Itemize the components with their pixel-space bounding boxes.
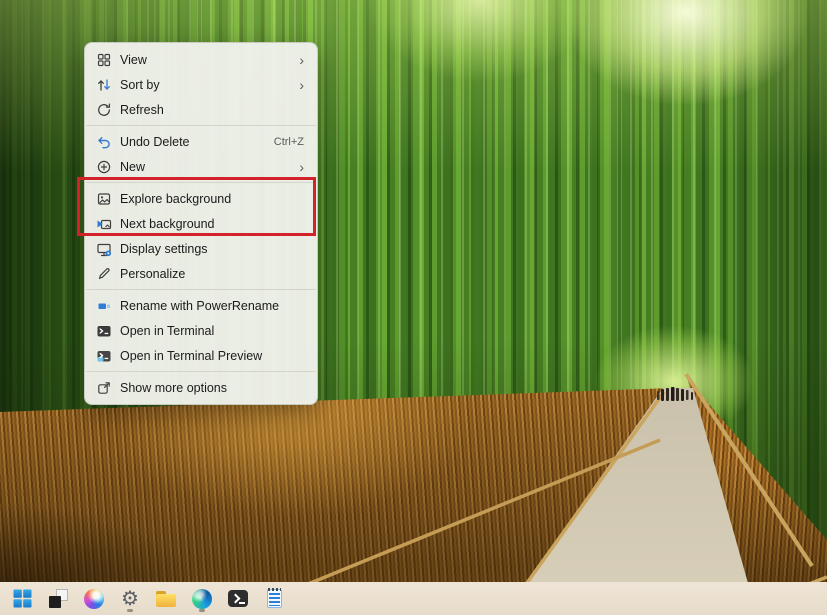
taskbar-item-notepad[interactable]	[262, 584, 286, 613]
menu-item-open-in-terminal-preview[interactable]: Open in Terminal Preview	[85, 343, 317, 368]
edge-browser-icon	[192, 589, 212, 609]
new-plus-icon	[96, 159, 112, 175]
menu-separator	[86, 125, 316, 126]
taskbar-item-terminal[interactable]	[226, 584, 250, 613]
menu-item-new[interactable]: New ›	[85, 154, 317, 179]
menu-item-show-more-options[interactable]: Show more options	[85, 375, 317, 400]
terminal-icon	[228, 590, 248, 607]
gear-icon: ⚙	[121, 589, 139, 609]
menu-separator	[86, 182, 316, 183]
menu-item-sort-by[interactable]: Sort by ›	[85, 72, 317, 97]
menu-item-label: Sort by	[120, 78, 299, 92]
menu-item-label: Personalize	[120, 267, 304, 281]
running-indicator	[127, 609, 133, 612]
running-indicator	[199, 609, 205, 612]
show-more-options-icon	[96, 380, 112, 396]
menu-item-label: Open in Terminal Preview	[120, 349, 304, 363]
picture-icon	[96, 191, 112, 207]
copilot-icon	[84, 589, 104, 609]
view-grid-icon	[96, 52, 112, 68]
chevron-right-icon: ›	[299, 160, 304, 174]
taskbar-item-desktops[interactable]	[46, 584, 70, 613]
folder-icon	[156, 591, 176, 607]
start-button[interactable]	[10, 584, 34, 613]
menu-item-open-in-terminal[interactable]: Open in Terminal	[85, 318, 317, 343]
menu-item-label: Open in Terminal	[120, 324, 304, 338]
menu-item-personalize[interactable]: Personalize	[85, 261, 317, 286]
taskbar-item-edge[interactable]	[190, 584, 214, 613]
chevron-right-icon: ›	[299, 78, 304, 92]
notepad-icon	[267, 589, 282, 608]
menu-item-label: New	[120, 160, 299, 174]
taskbar-item-copilot[interactable]	[82, 584, 106, 613]
menu-item-label: Display settings	[120, 242, 304, 256]
menu-separator	[86, 289, 316, 290]
menu-item-label: View	[120, 53, 299, 67]
menu-item-next-background[interactable]: Next background	[85, 211, 317, 236]
windows-logo-icon	[13, 589, 32, 608]
menu-item-display-settings[interactable]: Display settings	[85, 236, 317, 261]
taskbar: ⚙	[0, 582, 827, 615]
terminal-icon	[96, 323, 112, 339]
menu-item-label: Rename with PowerRename	[120, 299, 304, 313]
undo-icon	[96, 134, 112, 150]
sort-arrows-icon	[96, 77, 112, 93]
powerrename-icon	[96, 298, 112, 314]
next-picture-icon	[96, 216, 112, 232]
shortcut-label: Ctrl+Z	[274, 136, 304, 148]
chevron-right-icon: ›	[299, 53, 304, 67]
menu-item-label: Next background	[120, 217, 304, 231]
terminal-preview-icon	[96, 348, 112, 364]
taskbar-item-settings[interactable]: ⚙	[118, 584, 142, 613]
menu-separator	[86, 371, 316, 372]
overlapping-squares-icon	[49, 589, 68, 608]
menu-item-label: Undo Delete	[120, 135, 274, 149]
menu-item-label: Show more options	[120, 381, 304, 395]
menu-item-rename-with-powerrename[interactable]: Rename with PowerRename	[85, 293, 317, 318]
desktop-context-menu: View › Sort by › Refresh	[84, 42, 318, 405]
menu-item-label: Explore background	[120, 192, 304, 206]
menu-item-explore-background[interactable]: Explore background	[85, 186, 317, 211]
personalize-pen-icon	[96, 266, 112, 282]
menu-item-label: Refresh	[120, 103, 304, 117]
taskbar-item-file-explorer[interactable]	[154, 584, 178, 613]
display-settings-icon	[96, 241, 112, 257]
menu-item-refresh[interactable]: Refresh	[85, 97, 317, 122]
refresh-icon	[96, 102, 112, 118]
menu-item-undo-delete[interactable]: Undo Delete Ctrl+Z	[85, 129, 317, 154]
menu-item-view[interactable]: View ›	[85, 47, 317, 72]
desktop: View › Sort by › Refresh	[0, 0, 827, 615]
